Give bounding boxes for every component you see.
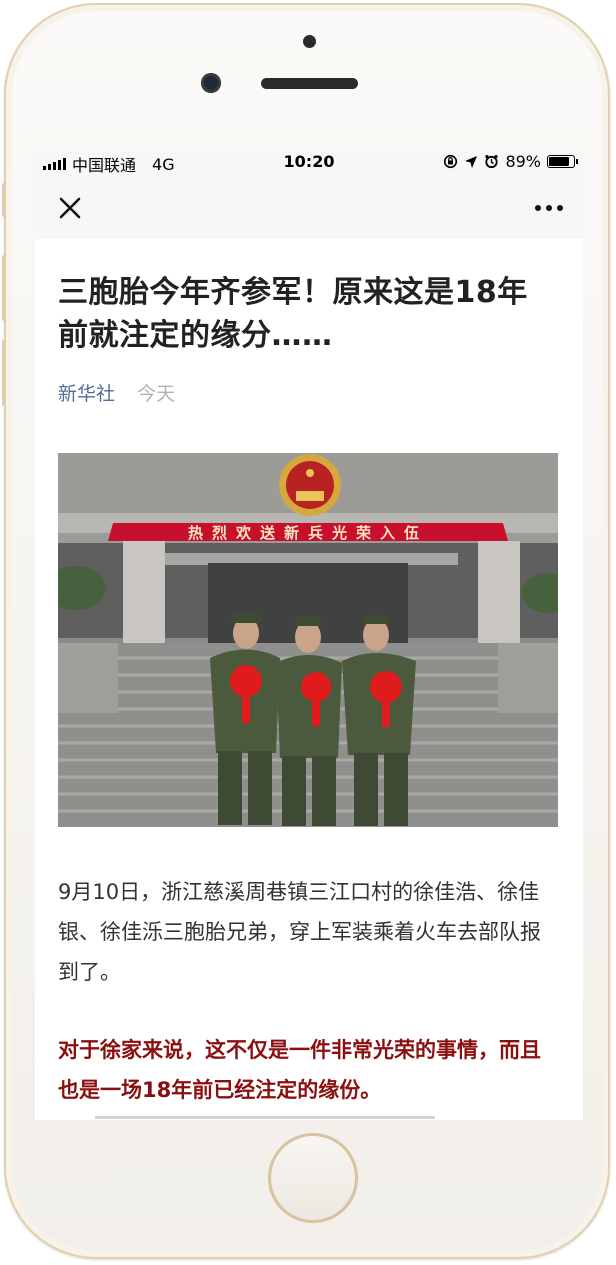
cut-off-text-line — [95, 1110, 535, 1120]
article-meta: 新华社 今天 — [58, 379, 558, 406]
front-camera — [201, 73, 221, 93]
orientation-lock-icon — [444, 154, 458, 169]
battery-icon — [547, 155, 578, 168]
more-dots-icon[interactable] — [535, 205, 563, 211]
close-icon[interactable] — [55, 193, 85, 223]
article-paragraph-2: 对于徐家来说，这不仅是一件非常光荣的事情，而且也是一场18年前已经注定的缘份。 — [58, 1038, 541, 1102]
location-arrow-icon — [465, 155, 478, 168]
article-title: 三胞胎今年齐参军！原来这是18年前就注定的缘分…… — [58, 275, 528, 353]
alarm-clock-icon — [485, 155, 499, 169]
status-bar: 中国联通 4G 10:20 89% — [35, 147, 583, 177]
proximity-sensor — [303, 35, 316, 48]
article-paragraph-1: 9月10日，浙江慈溪周巷镇三江口村的徐佳浩、徐佳银、徐佳泺三胞胎兄弟，穿上军装乘… — [58, 880, 541, 984]
volume-up-button — [2, 255, 6, 321]
banner-text: 热烈欢送新兵光荣入伍 — [188, 524, 428, 542]
mute-switch — [2, 183, 6, 217]
volume-down-button — [2, 340, 6, 406]
national-emblem-icon — [279, 454, 341, 516]
phone-screen: 中国联通 4G 10:20 89% 三胞胎今年齐参军！原来这是18年前就注定的缘… — [35, 147, 583, 1120]
article-source-link[interactable]: 新华社 — [58, 383, 115, 405]
earpiece-speaker — [261, 78, 358, 89]
battery-percentage: 89% — [505, 152, 541, 171]
article-date: 今天 — [137, 383, 176, 405]
article-photo[interactable]: 热烈欢送新兵光荣入伍 — [58, 453, 558, 827]
wechat-nav-bar — [35, 177, 583, 239]
article-content: 三胞胎今年齐参军！原来这是18年前就注定的缘分…… 新华社 今天 热烈欢送新兵光… — [58, 239, 558, 1102]
home-button[interactable] — [268, 1133, 358, 1223]
